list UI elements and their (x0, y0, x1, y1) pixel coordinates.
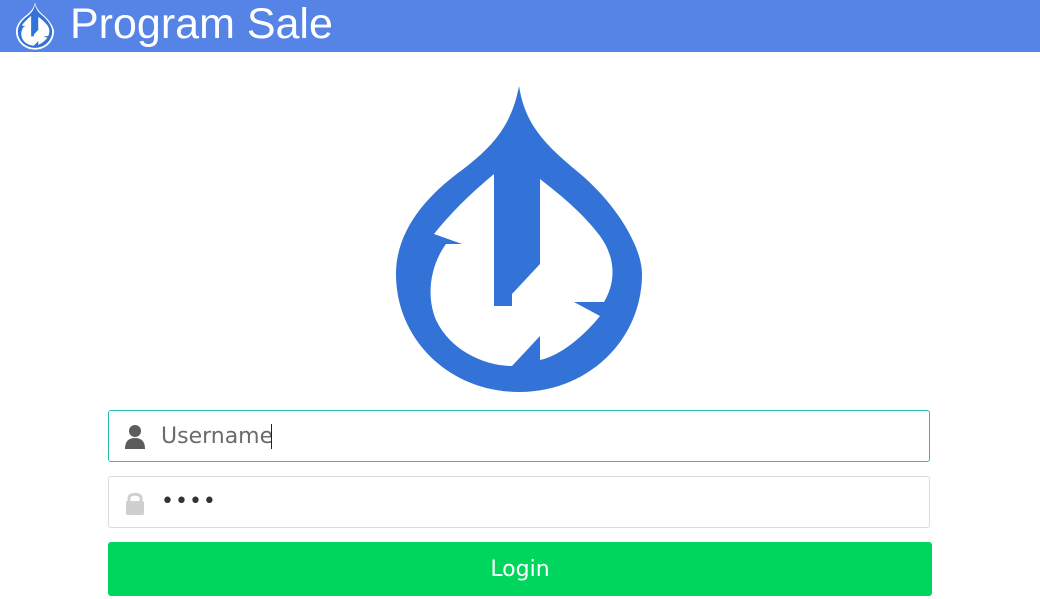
text-caret (271, 424, 272, 449)
username-input[interactable] (161, 417, 911, 455)
password-input[interactable] (161, 482, 911, 520)
password-field[interactable] (108, 476, 930, 528)
lock-icon (126, 492, 144, 515)
username-field[interactable] (108, 410, 930, 462)
drop-logo-icon (396, 86, 642, 392)
app-title: Program Sale (70, 0, 333, 48)
drop-logo-icon (15, 2, 55, 50)
top-header-bar: Program Sale (0, 0, 1040, 52)
login-button[interactable]: Login (108, 542, 932, 596)
user-icon (125, 425, 145, 449)
